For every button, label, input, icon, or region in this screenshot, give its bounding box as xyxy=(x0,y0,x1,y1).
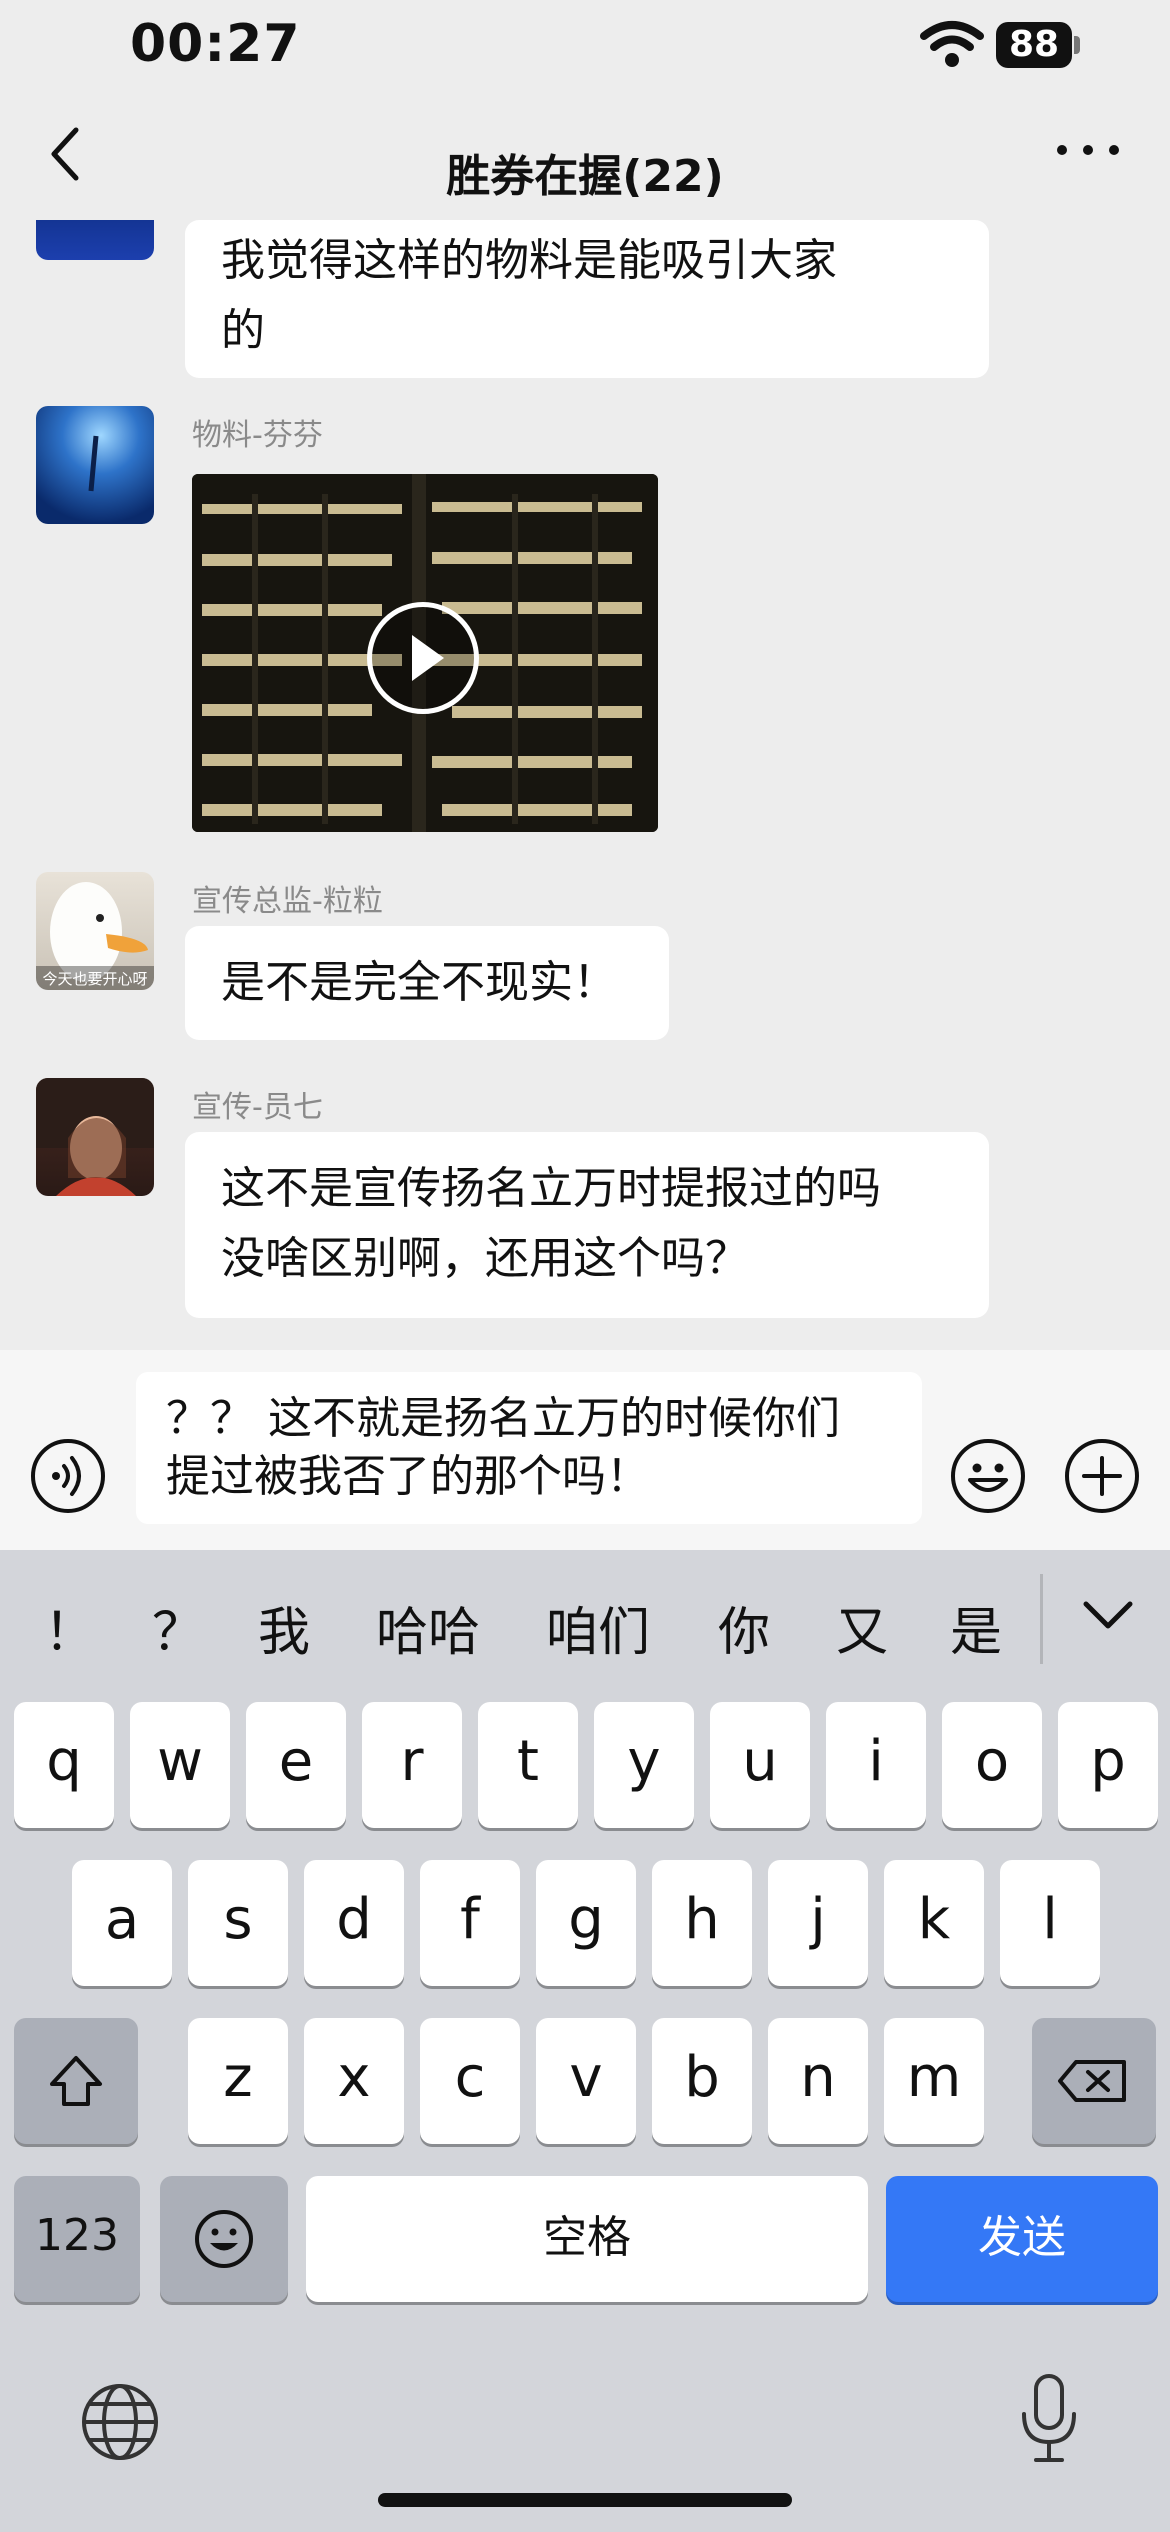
send-key[interactable]: 发送 xyxy=(886,2176,1158,2302)
key-w[interactable]: w xyxy=(130,1702,230,1828)
message-input[interactable]: ？？ 这不就是扬名立万的时候你们 提过被我否了的那个吗！ xyxy=(136,1372,922,1524)
shift-key[interactable] xyxy=(14,2018,138,2144)
numbers-key[interactable]: 123 xyxy=(14,2176,140,2302)
chat-list[interactable]: 我觉得这样的物料是能吸引大家 的 物料-芬芬 今天也要开心呀 宣传总监-粒粒 是… xyxy=(0,220,1170,1350)
suggestion-item[interactable]: 你 xyxy=(718,1590,770,1665)
key-a[interactable]: a xyxy=(72,1860,172,1986)
message-bubble[interactable]: 这不是宣传扬名立万时提报过的吗 没啥区别啊，还用这个吗？ xyxy=(185,1132,989,1318)
avatar[interactable]: 今天也要开心呀 xyxy=(36,872,154,990)
play-button[interactable] xyxy=(367,602,479,714)
chevron-down-icon[interactable] xyxy=(1080,1594,1136,1634)
emoji-icon[interactable] xyxy=(950,1438,1026,1514)
avatar-caption: 今天也要开心呀 xyxy=(42,970,148,988)
message-line: 是不是完全不现实！ xyxy=(221,957,617,1008)
backspace-key[interactable] xyxy=(1032,2018,1156,2144)
key-q[interactable]: q xyxy=(14,1702,114,1828)
sender-name: 宣传总监-粒粒 xyxy=(192,884,383,919)
more-icon[interactable] xyxy=(1052,130,1124,170)
emoji-key[interactable] xyxy=(160,2176,288,2302)
chat-title: 胜券在握(22) xyxy=(446,151,724,202)
diver-icon xyxy=(88,435,99,492)
key-r[interactable]: r xyxy=(362,1702,462,1828)
key-j[interactable]: j xyxy=(768,1860,868,1986)
suggestion-item[interactable]: 又 xyxy=(836,1590,888,1665)
key-u[interactable]: u xyxy=(710,1702,810,1828)
microphone-icon[interactable] xyxy=(1016,2370,1082,2466)
status-bar: 00:27 88 xyxy=(0,0,1170,100)
suggestion-item[interactable]: 咱们 xyxy=(546,1590,650,1665)
keyboard: ！ ？ 我 哈哈 咱们 你 又 是 q w e r t y u i o p a … xyxy=(0,1550,1170,2532)
suggestion-item[interactable]: 是 xyxy=(950,1590,1002,1665)
avatar[interactable] xyxy=(36,220,154,260)
play-icon xyxy=(412,635,444,681)
wifi-icon xyxy=(920,21,984,67)
home-indicator xyxy=(378,2493,792,2507)
key-f[interactable]: f xyxy=(420,1860,520,1986)
sender-name: 宣传-员七 xyxy=(192,1090,323,1125)
message-line: 没啥区别啊，还用这个吗？ xyxy=(221,1233,749,1284)
globe-icon[interactable] xyxy=(78,2380,162,2464)
key-z[interactable]: z xyxy=(188,2018,288,2144)
avatar[interactable] xyxy=(36,1078,154,1196)
key-b[interactable]: b xyxy=(652,2018,752,2144)
key-t[interactable]: t xyxy=(478,1702,578,1828)
message-line: 这不是宣传扬名立万时提报过的吗 xyxy=(221,1163,881,1214)
message-bubble[interactable]: 我觉得这样的物料是能吸引大家 的 xyxy=(185,220,989,378)
nav-bar: 胜券在握(22) xyxy=(0,100,1170,220)
input-bar: ？？ 这不就是扬名立万的时候你们 提过被我否了的那个吗！ xyxy=(0,1350,1170,1550)
key-o[interactable]: o xyxy=(942,1702,1042,1828)
emoji-keyboard-icon xyxy=(195,2210,253,2268)
key-l[interactable]: l xyxy=(1000,1860,1100,1986)
backspace-icon xyxy=(1058,2060,1126,2102)
key-c[interactable]: c xyxy=(420,2018,520,2144)
message-line: 我觉得这样的物料是能吸引大家 xyxy=(221,235,837,286)
key-e[interactable]: e xyxy=(246,1702,346,1828)
battery-cap xyxy=(1074,36,1080,54)
space-key[interactable]: 空格 xyxy=(306,2176,868,2302)
sender-name: 物料-芬芬 xyxy=(192,418,323,453)
suggestion-item[interactable]: ！ xyxy=(44,1590,96,1665)
plus-icon[interactable] xyxy=(1064,1438,1140,1514)
person-avatar-icon xyxy=(36,1078,154,1196)
status-time: 00:27 xyxy=(130,14,301,74)
shift-icon xyxy=(50,2056,102,2106)
key-n[interactable]: n xyxy=(768,2018,868,2144)
battery-icon: 88 xyxy=(996,22,1072,68)
key-g[interactable]: g xyxy=(536,1860,636,1986)
key-s[interactable]: s xyxy=(188,1860,288,1986)
key-x[interactable]: x xyxy=(304,2018,404,2144)
message-bubble[interactable]: 是不是完全不现实！ xyxy=(185,926,669,1040)
key-i[interactable]: i xyxy=(826,1702,926,1828)
video-message[interactable] xyxy=(192,474,658,832)
suggestion-divider xyxy=(1040,1574,1043,1664)
suggestion-item[interactable]: 哈哈 xyxy=(376,1590,480,1665)
key-d[interactable]: d xyxy=(304,1860,404,1986)
avatar[interactable] xyxy=(36,406,154,524)
key-v[interactable]: v xyxy=(536,2018,636,2144)
message-line: 的 xyxy=(221,305,265,356)
key-k[interactable]: k xyxy=(884,1860,984,1986)
suggestion-item[interactable]: ？ xyxy=(152,1590,204,1665)
key-p[interactable]: p xyxy=(1058,1702,1158,1828)
suggestion-item[interactable]: 我 xyxy=(258,1590,310,1665)
voice-icon[interactable] xyxy=(30,1438,106,1514)
key-m[interactable]: m xyxy=(884,2018,984,2144)
key-y[interactable]: y xyxy=(594,1702,694,1828)
suggestion-bar: ！ ？ 我 哈哈 咱们 你 又 是 xyxy=(0,1550,1170,1690)
key-h[interactable]: h xyxy=(652,1860,752,1986)
input-line: 提过被我否了的那个吗！ xyxy=(166,1451,650,1502)
input-line: ？？ 这不就是扬名立万的时候你们 xyxy=(166,1393,840,1444)
